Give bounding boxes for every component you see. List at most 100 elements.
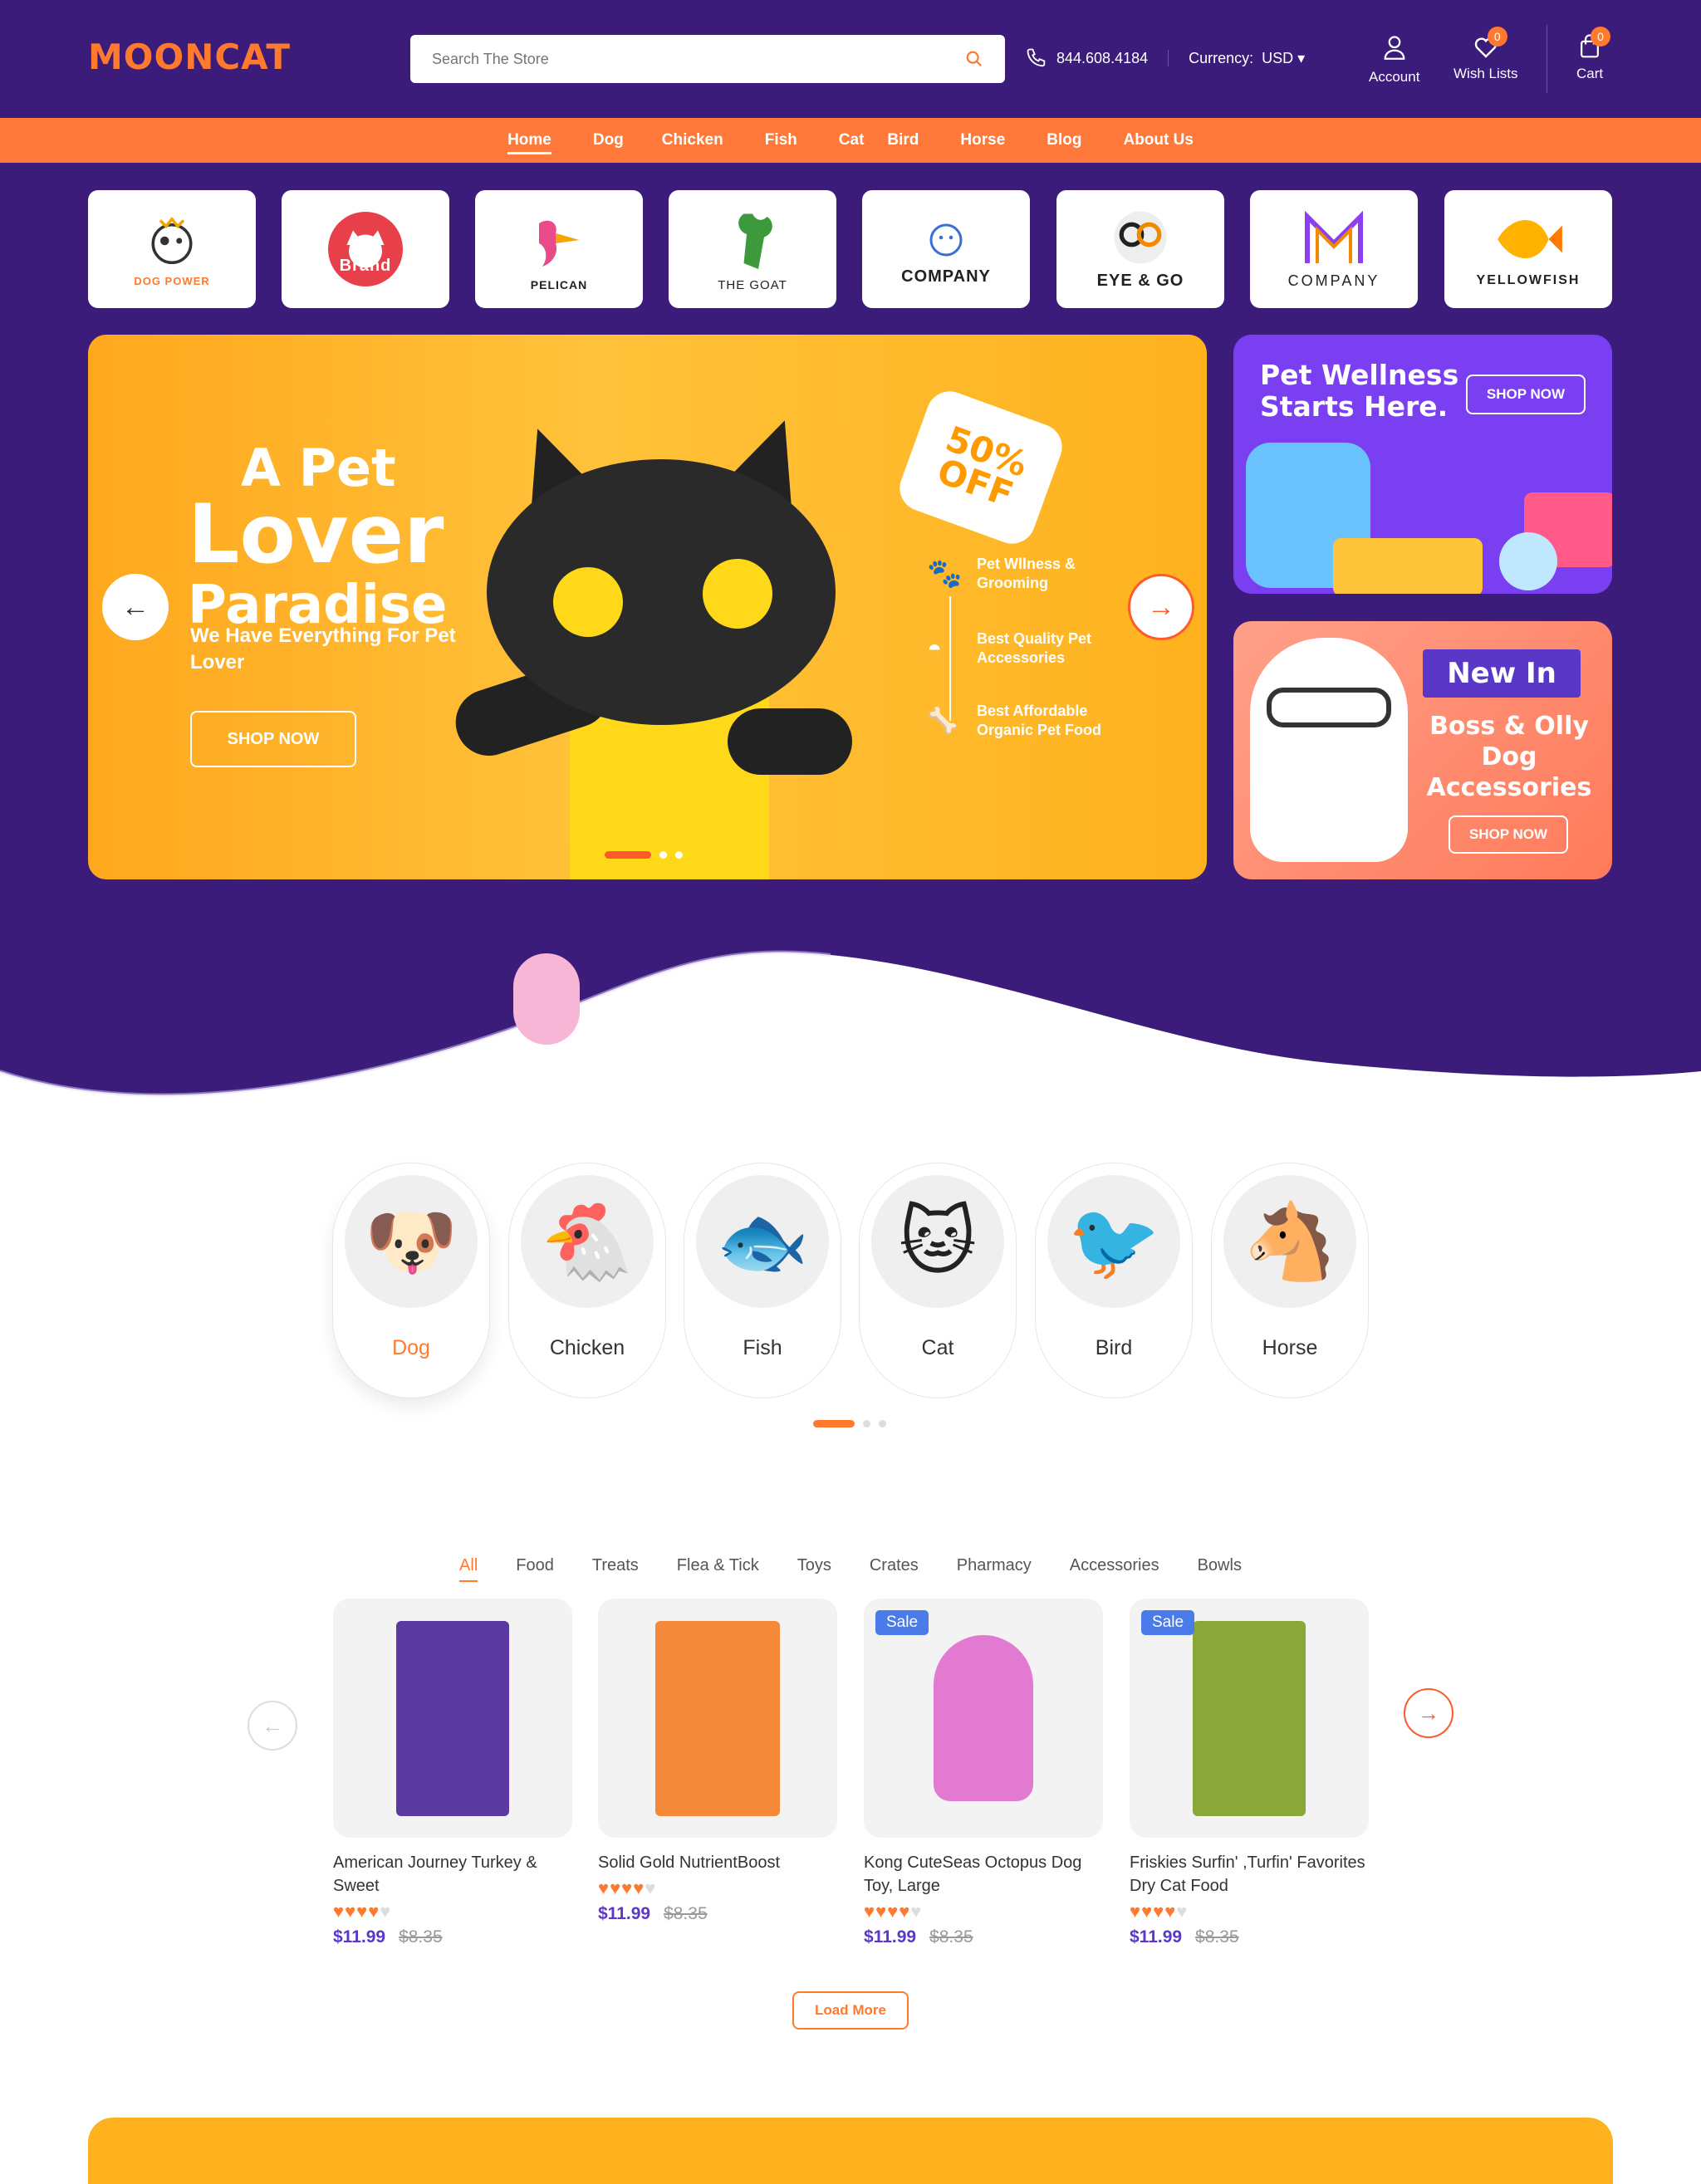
cat-face-icon <box>328 212 403 286</box>
category-label: Bird <box>1095 1336 1133 1359</box>
slider-dot-active[interactable] <box>605 851 651 859</box>
promo-shop-now-button[interactable]: SHOP NOW <box>1466 375 1586 414</box>
cart-count-badge: 0 <box>1591 27 1611 47</box>
product-image[interactable]: Sale <box>1130 1599 1369 1838</box>
slider-next-button[interactable]: → <box>1128 574 1194 640</box>
products-next-button[interactable]: → <box>1404 1688 1453 1738</box>
nav-cat[interactable]: Cat <box>839 118 865 163</box>
product-price: $11.99 $8.35 <box>598 1904 837 1924</box>
cat-eye-right <box>703 559 772 629</box>
tab-all[interactable]: All <box>459 1556 478 1582</box>
category-horse[interactable]: 🐴 Horse <box>1211 1163 1369 1398</box>
brand-logo-dog-power[interactable]: DOG POWER <box>88 190 256 308</box>
nav-bird[interactable]: Bird <box>887 118 919 163</box>
promo-banner-new-in[interactable]: New In Boss & Olly Dog Accessories SHOP … <box>1233 621 1612 879</box>
hero-title-line2: Lover <box>188 487 444 582</box>
hero-shop-now-button[interactable]: SHOP NOW <box>190 711 356 767</box>
currency-select[interactable]: USD ▾ <box>1262 50 1305 67</box>
tab-toys[interactable]: Toys <box>797 1556 831 1575</box>
fish-image: 🐟 <box>696 1175 829 1308</box>
brand-name: Brand <box>339 257 392 275</box>
cart-link[interactable]: 0 Cart <box>1576 27 1611 82</box>
current-price: $11.99 <box>1130 1927 1183 1947</box>
tab-accessories[interactable]: Accessories <box>1070 1556 1159 1575</box>
category-bird[interactable]: 🐦 Bird <box>1035 1163 1193 1398</box>
account-link[interactable]: Account <box>1369 33 1419 86</box>
dog-outline-icon <box>929 223 963 256</box>
nav-chicken[interactable]: Chicken <box>662 118 723 163</box>
search-input[interactable] <box>432 50 965 68</box>
wishlist-link[interactable]: 0 Wish Lists <box>1453 27 1517 82</box>
slider-dot[interactable] <box>675 851 683 859</box>
product-image[interactable] <box>333 1599 572 1838</box>
nav-horse[interactable]: Horse <box>960 118 1005 163</box>
feature-text: Pet Wllness & Grooming <box>977 556 1076 591</box>
paw-icon: 🐾 <box>927 557 963 590</box>
slider-prev-button[interactable]: ← <box>102 574 169 640</box>
tab-crates[interactable]: Crates <box>870 1556 919 1575</box>
brand-logo-yellowfish[interactable]: YELLOWFISH <box>1444 190 1612 308</box>
phone-icon <box>1027 48 1046 67</box>
carousel-dot[interactable] <box>863 1420 870 1427</box>
nav-dog[interactable]: Dog <box>593 118 624 163</box>
carousel-dot-active[interactable] <box>813 1420 855 1427</box>
product-name[interactable]: Kong CuteSeas Octopus Dog Toy, Large <box>864 1851 1103 1898</box>
hero-title-line1: A Pet <box>241 438 396 498</box>
site-logo[interactable]: MOONCAT <box>88 37 291 77</box>
brand-logo-the-goat[interactable]: THE GOAT <box>669 190 836 308</box>
brand-logo-company-dog[interactable]: COMPANY <box>862 190 1030 308</box>
currency-label: Currency: <box>1189 49 1254 66</box>
hero-subtitle: We Have Everything For Pet Lover <box>190 624 456 673</box>
octopus-toy-illustration <box>934 1635 1033 1801</box>
product-card[interactable]: Sale Kong CuteSeas Octopus Dog Toy, Larg… <box>864 1599 1103 1947</box>
product-image[interactable] <box>598 1599 837 1838</box>
arrow-right-icon: → <box>1418 1700 1439 1726</box>
brand-logo-brand[interactable]: Brand <box>282 190 449 308</box>
nav-about-us[interactable]: About Us <box>1123 118 1193 163</box>
product-price: $11.99 $8.35 <box>1130 1927 1369 1947</box>
category-chicken[interactable]: 🐔 Chicken <box>508 1163 666 1398</box>
category-fish[interactable]: 🐟 Fish <box>684 1163 841 1398</box>
tab-food[interactable]: Food <box>516 1556 554 1575</box>
product-card[interactable]: Solid Gold NutrientBoost ♥♥♥♥♥ $11.99 $8.… <box>598 1599 837 1924</box>
products-prev-button[interactable]: ← <box>248 1701 297 1751</box>
product-image[interactable]: Sale <box>864 1599 1103 1838</box>
load-more-button[interactable]: Load More <box>792 1991 909 2030</box>
product-name[interactable]: Solid Gold NutrientBoost <box>598 1851 837 1874</box>
brand-logo-eye-go[interactable]: EYE & GO <box>1056 190 1224 308</box>
nav-fish[interactable]: Fish <box>765 118 797 163</box>
category-dog[interactable]: 🐶 Dog <box>332 1163 490 1398</box>
tab-flea-tick[interactable]: Flea & Tick <box>677 1556 759 1575</box>
promo-shop-now-button[interactable]: SHOP NOW <box>1449 815 1568 854</box>
product-card[interactable]: American Journey Turkey & Sweet ♥♥♥♥♥ $1… <box>333 1599 572 1947</box>
promo-title: Boss & Olly Dog Accessories <box>1426 712 1592 802</box>
tab-bowls[interactable]: Bowls <box>1198 1556 1242 1575</box>
dog-face-icon <box>151 216 193 264</box>
nav-blog[interactable]: Blog <box>1047 118 1081 163</box>
tab-pharmacy[interactable]: Pharmacy <box>957 1556 1032 1575</box>
horse-image: 🐴 <box>1223 1175 1356 1308</box>
site-header: MOONCAT 844.608.4184 Currency: USD ▾ Acc… <box>0 0 1701 118</box>
slider-dot[interactable] <box>659 851 667 859</box>
old-price: $8.35 <box>664 1904 708 1923</box>
search-bar[interactable] <box>410 35 1005 83</box>
product-name[interactable]: American Journey Turkey & Sweet <box>333 1851 572 1898</box>
category-label: Horse <box>1262 1336 1318 1359</box>
carousel-dot[interactable] <box>879 1420 886 1427</box>
category-cat[interactable]: 🐱 Cat <box>859 1163 1017 1398</box>
brand-logo-pelican[interactable]: PELICAN <box>475 190 643 308</box>
nav-home[interactable]: Home <box>507 118 551 163</box>
search-icon[interactable] <box>965 50 983 68</box>
brand-logo-company-m[interactable]: COMPANY <box>1250 190 1418 308</box>
promo-banner-wellness[interactable]: Pet Wellness Starts Here. SHOP NOW <box>1233 335 1612 594</box>
phone-contact[interactable]: 844.608.4184 Currency: USD ▾ <box>1025 47 1305 70</box>
bird-image: 🐦 <box>1047 1175 1180 1308</box>
product-card[interactable]: Sale Friskies Surfin' ,Turfin' Favorites… <box>1130 1599 1369 1947</box>
rating-stars: ♥♥♥♥♥ <box>598 1878 657 1898</box>
tab-treats[interactable]: Treats <box>592 1556 639 1575</box>
phone-number[interactable]: 844.608.4184 <box>1056 50 1148 67</box>
new-in-tag: New In <box>1423 649 1581 698</box>
product-name[interactable]: Friskies Surfin' ,Turfin' Favorites Dry … <box>1130 1851 1369 1898</box>
product-price: $11.99 $8.35 <box>333 1927 572 1947</box>
dog-image: 🐶 <box>345 1175 478 1308</box>
